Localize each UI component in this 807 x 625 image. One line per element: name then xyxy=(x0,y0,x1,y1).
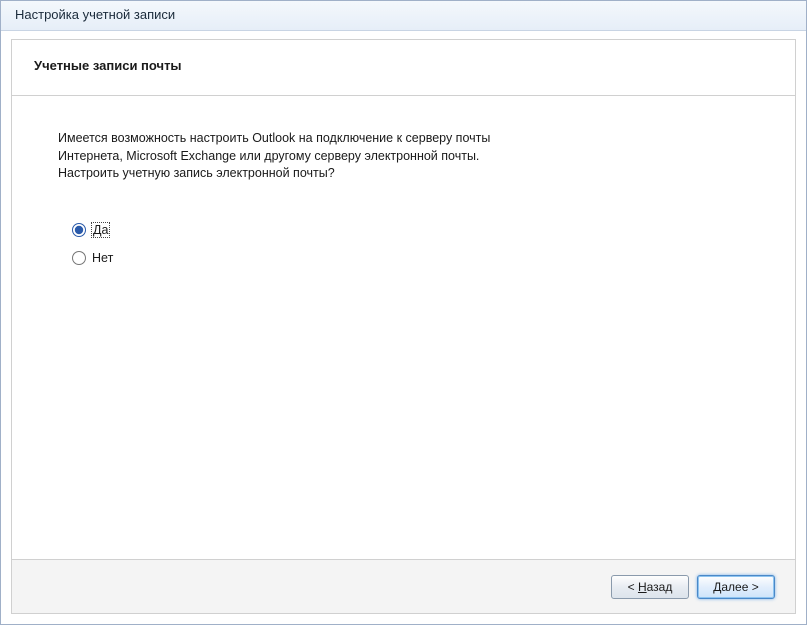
description-line-3: Настроить учетную запись электронной поч… xyxy=(58,166,335,180)
back-button-label: < Назад xyxy=(628,580,673,594)
description-text: Имеется возможность настроить Outlook на… xyxy=(58,130,749,183)
radio-group-configure: Да Нет xyxy=(58,223,749,265)
next-button[interactable]: Далее > xyxy=(697,575,775,599)
radio-no[interactable]: Нет xyxy=(72,251,749,265)
titlebar: Настройка учетной записи xyxy=(1,1,806,31)
radio-yes-label: Да xyxy=(92,223,109,237)
header-section: Учетные записи почты xyxy=(12,40,795,96)
content-frame: Учетные записи почты Имеется возможность… xyxy=(11,39,796,614)
body-section: Имеется возможность настроить Outlook на… xyxy=(12,96,795,313)
radio-no-input[interactable] xyxy=(72,251,86,265)
next-button-label: Далее > xyxy=(713,580,759,594)
description-line-2: Интернета, Microsoft Exchange или другом… xyxy=(58,149,479,163)
radio-yes-input[interactable] xyxy=(72,223,86,237)
radio-yes[interactable]: Да xyxy=(72,223,749,237)
footer-section: < Назад Далее > xyxy=(12,559,795,613)
radio-no-label: Нет xyxy=(92,251,113,265)
window-title: Настройка учетной записи xyxy=(15,7,175,22)
back-button[interactable]: < Назад xyxy=(611,575,689,599)
page-title: Учетные записи почты xyxy=(34,58,773,73)
description-line-1: Имеется возможность настроить Outlook на… xyxy=(58,131,490,145)
wizard-window: Настройка учетной записи Учетные записи … xyxy=(0,0,807,625)
